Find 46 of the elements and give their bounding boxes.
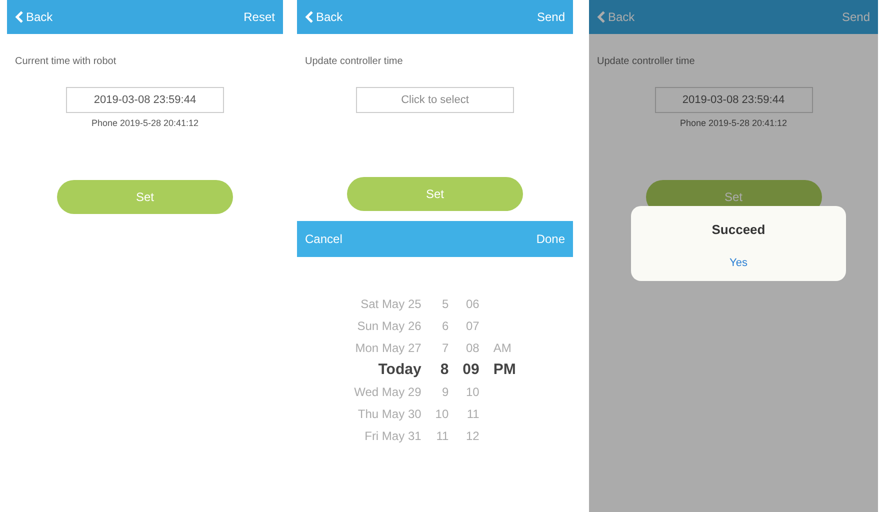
yes-button[interactable]: Yes [710,247,768,281]
picker-option[interactable]: 09 [462,359,480,381]
section-label: Update controller time [305,56,403,67]
picker-option[interactable]: Sun May 26 [357,315,422,337]
phone-time-text: Phone 2019-5-28 20:41:12 [91,118,199,128]
picker-option[interactable]: 08 [466,337,480,359]
chevron-left-icon [305,11,313,23]
picker-option[interactable]: 9 [442,381,449,403]
dialog-title: Succeed [712,221,766,239]
picker-option[interactable]: Mon May 27 [355,337,422,359]
set-button[interactable]: Set [347,177,523,211]
picker-option[interactable]: AM [493,337,512,359]
picker-option[interactable]: 12 [466,425,480,447]
picker-option[interactable]: Today [378,359,422,381]
header-action-button[interactable]: Send [534,8,567,26]
picker-option[interactable]: 11 [466,403,480,425]
picker-option[interactable]: Wed May 29 [354,381,422,403]
header-action-button[interactable]: Send [840,8,872,26]
done-button[interactable]: Done [534,230,567,248]
back-button[interactable]: Back [595,8,637,26]
picker-option[interactable]: 10 [435,403,449,425]
section-label: Current time with robot [15,56,116,67]
chevron-left-icon [15,11,23,23]
picker-option[interactable]: Sat May 25 [360,293,422,315]
time-field[interactable]: Click to select [356,87,514,113]
section-label: Update controller time [597,56,695,67]
picker-option[interactable]: Fri May 31 [364,425,422,447]
set-button[interactable]: Set [57,180,233,214]
time-field[interactable]: 2019-03-08 23:59:44 [654,87,812,113]
picker-option[interactable]: 7 [442,337,449,359]
chevron-left-icon [597,11,605,23]
picker-option[interactable]: 06 [466,293,480,315]
picker-option[interactable]: 5 [442,293,449,315]
cancel-button[interactable]: Cancel [303,230,344,248]
back-button[interactable]: Back [13,8,55,26]
picker-option[interactable]: 6 [442,315,449,337]
back-button[interactable]: Back [303,8,345,26]
picker-option[interactable]: Thu May 30 [358,403,422,425]
picker-option[interactable]: 10 [466,381,480,403]
picker-option[interactable]: 11 [436,425,449,447]
picker-option[interactable]: PM [493,359,516,381]
header-action-button[interactable]: Reset [242,8,277,26]
time-field[interactable]: 2019-03-08 23:59:44 [66,87,224,113]
picker-option[interactable]: 8 [440,359,449,381]
phone-time-text: Phone 2019-5-28 20:41:12 [680,118,788,128]
picker-option[interactable]: 07 [466,315,480,337]
